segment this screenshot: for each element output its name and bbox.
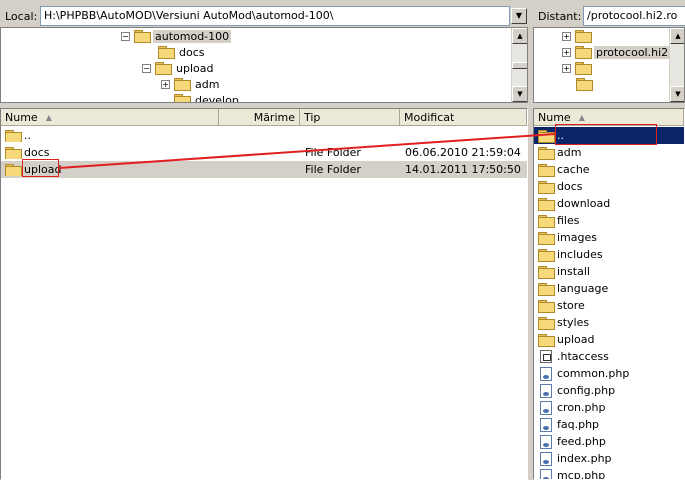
drag-arrow-annotation: [58, 133, 556, 169]
annotation-line: [58, 133, 556, 169]
